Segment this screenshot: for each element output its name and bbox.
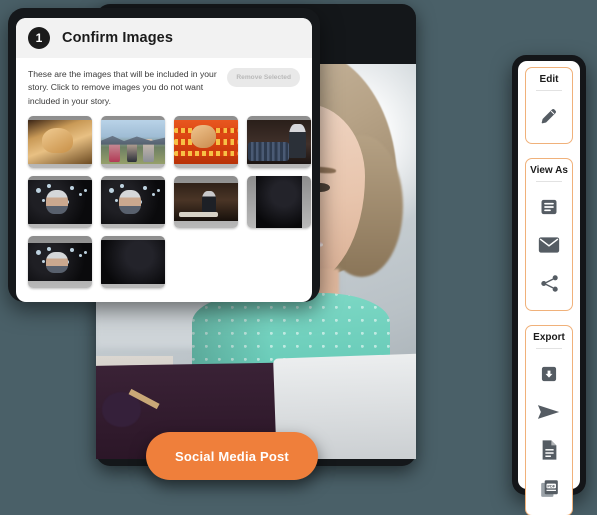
share-icon[interactable] bbox=[526, 264, 572, 302]
send-icon[interactable] bbox=[526, 393, 572, 431]
social-media-post-button[interactable]: Social Media Post bbox=[146, 432, 318, 480]
tool-panel-edit: Edit bbox=[525, 67, 573, 144]
thumbnail-7[interactable] bbox=[174, 175, 238, 228]
image-thumbnail-grid bbox=[28, 115, 311, 288]
thumbnail-5[interactable] bbox=[28, 175, 92, 228]
thumbnail-6[interactable] bbox=[101, 175, 165, 228]
text-file-icon[interactable] bbox=[526, 431, 572, 469]
thumbnail-image bbox=[247, 119, 311, 164]
tool-panel-title: Export bbox=[533, 332, 565, 343]
divider bbox=[536, 90, 562, 91]
thumbnail-2[interactable] bbox=[101, 115, 165, 168]
thumbnail-image bbox=[101, 119, 165, 164]
divider bbox=[536, 348, 562, 349]
thumbnail-8[interactable] bbox=[247, 175, 311, 228]
thumbnail-4[interactable] bbox=[247, 115, 311, 168]
dialog-device: 1 Confirm Images These are the images th… bbox=[8, 8, 320, 302]
thumbnail-image bbox=[28, 242, 92, 281]
description-row: These are the images that will be includ… bbox=[28, 68, 300, 108]
pencil-icon[interactable] bbox=[526, 97, 572, 135]
toolbar-device: Edit View As Export PDF bbox=[512, 55, 586, 515]
dialog-description: These are the images that will be includ… bbox=[28, 69, 217, 106]
tool-panel-view-as: View As bbox=[525, 158, 573, 311]
dialog-header: 1 Confirm Images bbox=[16, 18, 312, 58]
thumbnail-1[interactable] bbox=[28, 115, 92, 168]
thumbnail-3[interactable] bbox=[174, 115, 238, 168]
tool-panel-title: Edit bbox=[539, 74, 559, 85]
toolbar-screen: Edit View As Export PDF bbox=[518, 61, 580, 515]
page-title: Confirm Images bbox=[62, 30, 173, 46]
remove-selected-button[interactable]: Remove Selected bbox=[227, 68, 300, 87]
step-badge: 1 bbox=[28, 27, 50, 49]
pdf-file-icon[interactable]: PDF bbox=[526, 469, 572, 507]
email-icon[interactable] bbox=[526, 226, 572, 264]
thumbnail-image bbox=[28, 179, 92, 224]
tool-panel-export: Export PDF bbox=[525, 325, 573, 515]
document-view-icon[interactable] bbox=[526, 188, 572, 226]
divider bbox=[536, 181, 562, 182]
thumbnail-9[interactable] bbox=[28, 235, 92, 288]
tool-panel-title: View As bbox=[530, 165, 568, 176]
thumbnail-image bbox=[174, 182, 238, 221]
thumbnail-10[interactable] bbox=[101, 235, 165, 288]
thumbnail-image bbox=[174, 119, 238, 164]
svg-text:PDF: PDF bbox=[547, 484, 555, 488]
thumbnail-image bbox=[28, 119, 92, 164]
confirm-images-dialog: 1 Confirm Images These are the images th… bbox=[16, 18, 312, 302]
thumbnail-image bbox=[101, 239, 165, 284]
dialog-body: These are the images that will be includ… bbox=[16, 58, 312, 288]
download-icon[interactable] bbox=[526, 355, 572, 393]
thumbnail-image bbox=[256, 175, 302, 228]
thumbnail-image bbox=[101, 179, 165, 224]
